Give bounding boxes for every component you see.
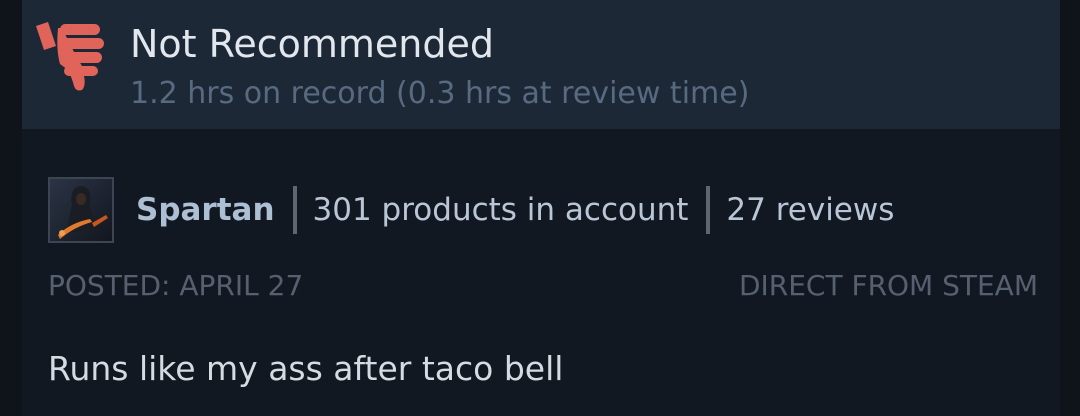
author-row: Spartan 301 products in account 27 revie… (48, 175, 894, 245)
divider (706, 186, 711, 234)
avatar[interactable] (48, 177, 114, 243)
reviews-count[interactable]: 27 reviews (726, 192, 894, 228)
author-name[interactable]: Spartan (136, 192, 275, 228)
review-card: Not Recommended 1.2 hrs on record (0.3 h… (22, 0, 1060, 416)
review-page: Not Recommended 1.2 hrs on record (0.3 h… (0, 0, 1080, 416)
playtime-info: 1.2 hrs on record (0.3 hrs at review tim… (130, 76, 750, 111)
review-header[interactable]: Not Recommended 1.2 hrs on record (0.3 h… (22, 0, 1060, 129)
posted-date: POSTED: APRIL 27 (48, 269, 304, 302)
products-count[interactable]: 301 products in account (313, 192, 689, 228)
thumbs-down-icon (32, 20, 112, 94)
review-source: DIRECT FROM STEAM (738, 269, 1038, 302)
review-body: Runs like my ass after taco bell (48, 349, 564, 388)
divider (292, 186, 297, 234)
verdict-title: Not Recommended (130, 22, 494, 66)
